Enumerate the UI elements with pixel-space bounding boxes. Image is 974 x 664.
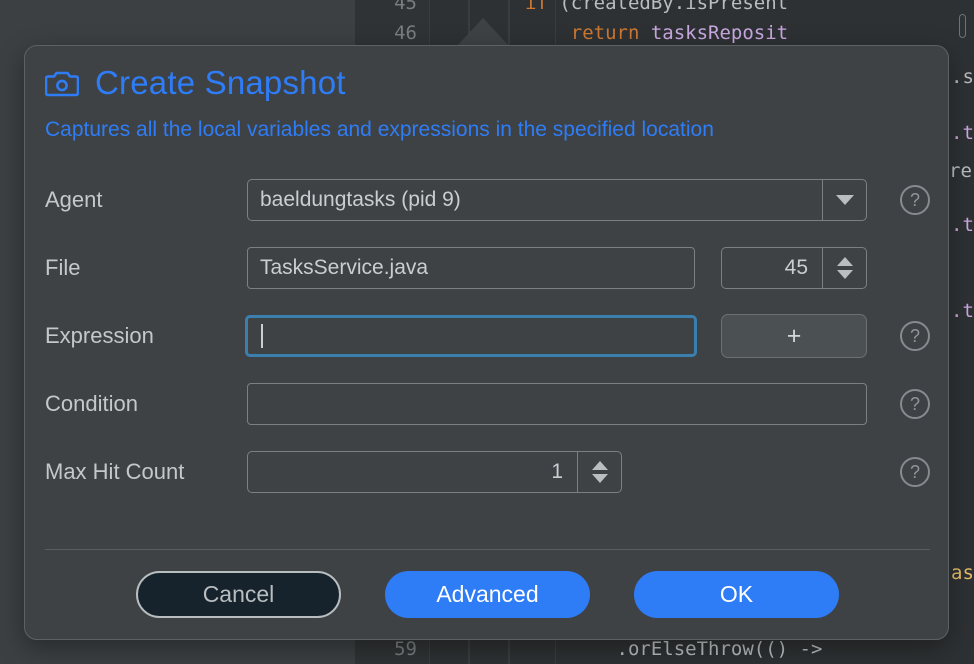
condition-label: Condition bbox=[45, 391, 138, 416]
dialog-title-row: Create Snapshot bbox=[45, 64, 346, 102]
line-number-stepper[interactable]: 45 bbox=[721, 247, 867, 289]
footer-divider bbox=[45, 549, 930, 550]
form-row-agent: Agent baeldungtasks (pid 9) ? bbox=[45, 166, 930, 234]
text-cursor bbox=[261, 324, 263, 348]
code-line: 45 if (createdBy.isPresent bbox=[355, 0, 974, 18]
dialog-pointer-caret bbox=[455, 14, 966, 48]
dialog-subtitle: Captures all the local variables and exp… bbox=[45, 118, 714, 141]
code-text: return tasksReposit bbox=[525, 22, 789, 44]
camera-icon bbox=[45, 68, 79, 98]
expression-help-icon[interactable]: ? bbox=[900, 321, 930, 351]
add-expression-button[interactable]: + bbox=[721, 314, 867, 358]
expression-input[interactable] bbox=[245, 315, 697, 357]
chevron-down-icon[interactable] bbox=[822, 180, 866, 220]
condition-help-icon[interactable]: ? bbox=[900, 389, 930, 419]
code-fragment: .t bbox=[951, 300, 974, 322]
screen: 45 if (createdBy.isPresent 46 return tas… bbox=[0, 0, 974, 664]
code-fragment: .t bbox=[951, 122, 974, 144]
create-snapshot-dialog: Create Snapshot Captures all the local v… bbox=[24, 45, 949, 640]
max-hit-count-help-icon[interactable]: ? bbox=[900, 457, 930, 487]
form-row-condition: Condition ? bbox=[45, 370, 930, 438]
max-hit-count-stepper[interactable]: 1 bbox=[247, 451, 622, 493]
fold-column bbox=[429, 0, 469, 18]
file-input[interactable]: TasksService.java bbox=[247, 247, 695, 289]
form-row-max-hit-count: Max Hit Count 1 ? bbox=[45, 438, 930, 506]
code-line: 46 return tasksReposit bbox=[355, 18, 974, 48]
condition-input[interactable] bbox=[247, 383, 867, 425]
dialog-button-bar: Cancel Advanced OK bbox=[25, 571, 950, 618]
file-value: TasksService.java bbox=[260, 256, 429, 279]
code-fragment: as bbox=[951, 562, 974, 584]
stepper-arrows-icon[interactable] bbox=[822, 248, 866, 288]
code-text: if (createdBy.isPresent bbox=[525, 0, 789, 14]
stepper-arrows-icon[interactable] bbox=[577, 452, 621, 492]
form-row-expression: Expression + ? bbox=[45, 302, 930, 370]
agent-label: Agent bbox=[45, 187, 103, 212]
advanced-button[interactable]: Advanced bbox=[385, 571, 590, 618]
agent-select[interactable]: baeldungtasks (pid 9) bbox=[247, 179, 867, 221]
expression-label: Expression bbox=[45, 323, 154, 348]
cancel-button[interactable]: Cancel bbox=[136, 571, 341, 618]
code-fragment: .t bbox=[951, 214, 974, 236]
breakpoint-marker-icon bbox=[959, 14, 966, 38]
agent-help-icon[interactable]: ? bbox=[900, 185, 930, 215]
line-number: 45 bbox=[355, 0, 429, 18]
form-row-file: File TasksService.java 45 bbox=[45, 234, 930, 302]
code-fragment: re bbox=[949, 160, 972, 182]
agent-value: baeldungtasks (pid 9) bbox=[260, 188, 461, 211]
file-label: File bbox=[45, 255, 81, 280]
ok-button[interactable]: OK bbox=[634, 571, 839, 618]
line-number: 46 bbox=[355, 18, 429, 48]
snapshot-form: Agent baeldungtasks (pid 9) ? File Tasks… bbox=[45, 166, 930, 506]
max-hit-count-value: 1 bbox=[551, 460, 563, 483]
max-hit-count-label: Max Hit Count bbox=[45, 459, 185, 484]
page-title: Create Snapshot bbox=[95, 64, 346, 101]
code-fragment: .s bbox=[951, 66, 974, 88]
line-number-value: 45 bbox=[784, 256, 808, 279]
marker-column bbox=[469, 0, 509, 18]
code-text: .orElseThrow(() -> bbox=[525, 638, 823, 660]
